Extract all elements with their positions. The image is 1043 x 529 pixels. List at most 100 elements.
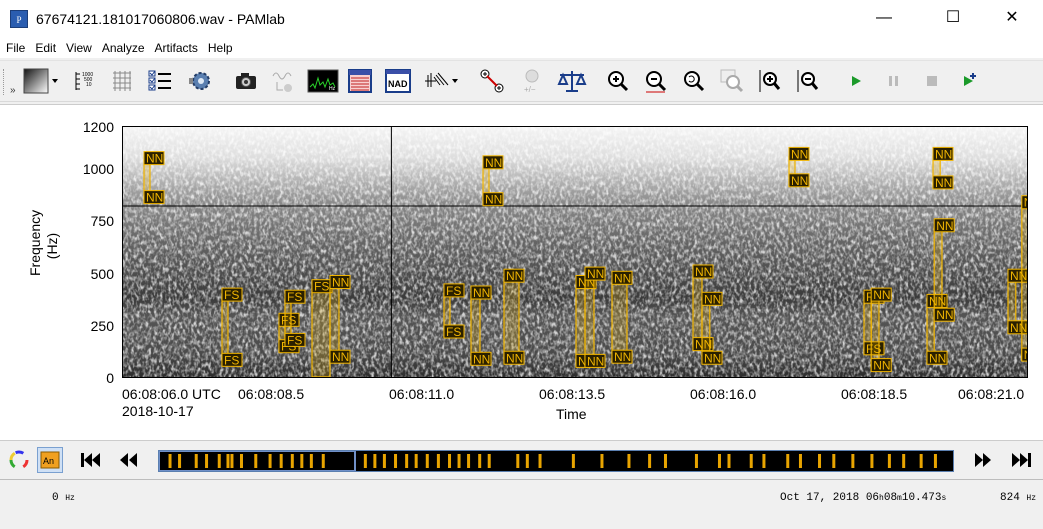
svg-text:NN: NN (506, 269, 523, 283)
fast-forward-button[interactable] (970, 447, 996, 473)
svg-text:NN: NN (1024, 348, 1028, 362)
colormap-button[interactable] (20, 68, 62, 94)
zoom-box-icon (720, 69, 744, 93)
svg-text:NN: NN (506, 351, 523, 365)
grid-button[interactable] (108, 68, 136, 94)
svg-text:NN: NN (929, 351, 946, 365)
x-axis-title: Time (556, 406, 587, 422)
timeline-annotation-mark (290, 454, 294, 468)
close-button[interactable]: ✕ (989, 0, 1035, 36)
svg-text:NN: NN (614, 271, 631, 285)
zoom-box-button[interactable] (718, 68, 746, 94)
balance-button[interactable] (556, 68, 588, 94)
svg-text:10: 10 (86, 82, 92, 88)
y-tick-label: 1000 (82, 161, 114, 177)
maximize-button[interactable]: ☐ (930, 0, 976, 36)
zoom-in-button[interactable] (604, 68, 632, 94)
pause-button[interactable] (880, 68, 908, 94)
timeline-annotation-mark (394, 454, 398, 468)
camera-icon (236, 73, 256, 89)
svg-text:FS: FS (287, 290, 302, 304)
scale-button[interactable]: 1000 500 10 (70, 68, 98, 94)
overview-timeline[interactable] (158, 450, 954, 472)
zoom-in-icon (608, 71, 629, 92)
svg-text:FS: FS (446, 284, 461, 298)
svg-text:NN: NN (695, 265, 712, 279)
timeline-annotation-mark (168, 454, 172, 468)
annotation-label: FS (443, 324, 465, 339)
spectrogram-panel: Frequency (Hz) 1200 1000 750 500 250 0 N… (0, 104, 1043, 440)
spectrum-button[interactable]: Hz (306, 68, 340, 94)
spectrogram-canvas[interactable]: NNNNFSFSFSFSFSFSFSNNNNFSFSNNNNNNNNNNNNNN… (122, 126, 1028, 378)
toolbar: » 1000 500 10 Hz NAD +/− (0, 60, 1043, 102)
stop-button[interactable] (918, 68, 946, 94)
rewind-button[interactable] (116, 447, 142, 473)
menu-artifacts[interactable]: Artifacts (149, 38, 202, 55)
timeline-annotation-mark (373, 454, 377, 468)
timeline-annotation-mark (363, 454, 367, 468)
play-button[interactable] (842, 68, 870, 94)
settings-button[interactable] (186, 68, 214, 94)
timeline-annotation-mark (217, 454, 221, 468)
y-tick-label: 750 (90, 213, 114, 229)
menu-view[interactable]: View (60, 38, 96, 55)
waveform-button[interactable] (270, 68, 298, 94)
measure-icon (480, 69, 504, 93)
menu-analyze[interactable]: Analyze (96, 38, 149, 55)
timeline-annotation-mark (851, 454, 855, 468)
zoom-out-button[interactable] (642, 68, 670, 94)
y-axis-title: Frequency (Hz) (27, 209, 60, 276)
add-subtract-button[interactable]: +/− (518, 68, 546, 94)
nad-button[interactable]: NAD (384, 68, 412, 94)
svg-text:FS: FS (446, 325, 461, 339)
timeline-annotation-mark (663, 454, 667, 468)
menu-file[interactable]: File (0, 38, 29, 55)
play-annotate-button[interactable] (956, 68, 984, 94)
svg-text:NN: NN (146, 152, 163, 166)
timeline-annotation-mark (268, 454, 272, 468)
svg-text:NN: NN (935, 176, 952, 190)
skip-to-start-button[interactable] (78, 447, 104, 473)
toolbar-overflow-icon[interactable]: » (10, 85, 16, 96)
zoom-reset-button[interactable] (680, 68, 708, 94)
minimize-button[interactable]: — (861, 0, 907, 36)
settings-gear-icon (189, 72, 210, 90)
measure-button[interactable] (478, 68, 506, 94)
fast-forward-icon (975, 453, 991, 467)
annotation-label: NN (329, 275, 351, 290)
zoom-in-time-button[interactable] (756, 68, 784, 94)
annotation-label: NN (470, 285, 492, 300)
skip-to-end-button[interactable] (1008, 447, 1034, 473)
annotation-label: NN (143, 190, 165, 205)
annotation-label: NN (788, 146, 810, 161)
rewind-icon (120, 453, 137, 467)
annotation-label: FS (311, 279, 333, 294)
pamlab-app-icon: P (10, 10, 28, 28)
svg-text:NN: NN (936, 219, 953, 233)
annotation-label: FS (443, 283, 465, 298)
annotation-label: NN (584, 266, 606, 281)
annotation-label: NN (932, 146, 954, 161)
svg-text:NN: NN (873, 288, 890, 302)
toolbar-grip[interactable] (3, 69, 7, 95)
annotation-box (933, 227, 943, 321)
timeline-annotation-mark (749, 454, 753, 468)
grid-icon (113, 71, 131, 91)
zoom-out-time-icon (797, 70, 819, 92)
x-tick-label: 06:08:16.0 (690, 386, 757, 402)
annotation-label: NN (482, 192, 504, 207)
filter-button[interactable] (422, 68, 460, 94)
zoom-out-time-button[interactable] (794, 68, 822, 94)
timeline-annotation-mark (870, 454, 874, 468)
checklist-button[interactable] (146, 68, 174, 94)
annotation-box (311, 288, 331, 377)
snapshot-button[interactable] (232, 68, 260, 94)
annotation-label: NN (870, 287, 892, 302)
timeline-annotation-mark (762, 454, 766, 468)
menu-edit[interactable]: Edit (29, 38, 60, 55)
table-button[interactable] (346, 68, 374, 94)
color-wheel-button[interactable] (6, 447, 32, 473)
timeline-annotation-mark (254, 454, 258, 468)
menu-help[interactable]: Help (202, 38, 237, 55)
annotation-toggle-button[interactable]: An (37, 447, 63, 473)
